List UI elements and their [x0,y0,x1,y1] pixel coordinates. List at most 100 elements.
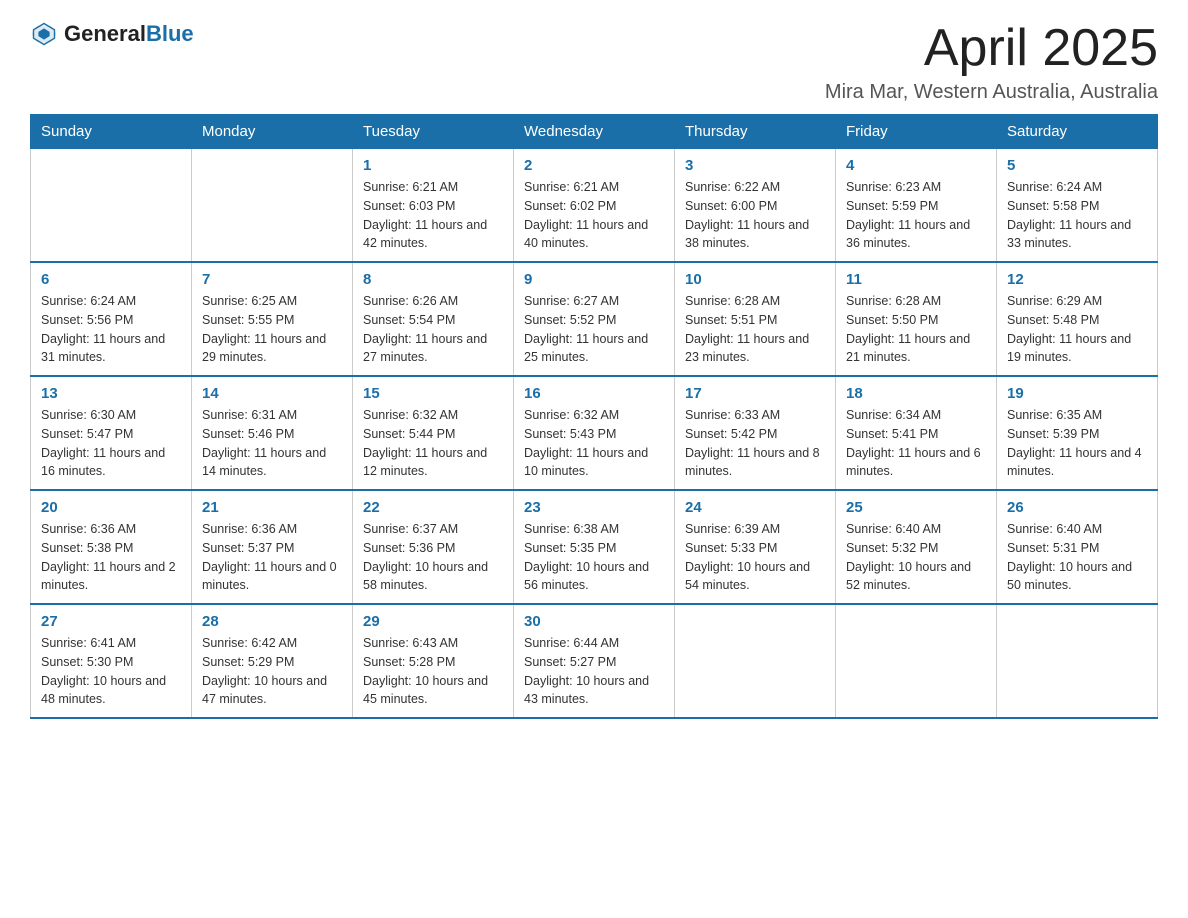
day-number: 10 [685,271,825,288]
weekday-header-monday: Monday [192,115,353,149]
calendar-cell: 11 Sunrise: 6:28 AM Sunset: 5:50 PM Dayli… [836,262,997,376]
calendar-cell: 16 Sunrise: 6:32 AM Sunset: 5:43 PM Dayli… [514,376,675,490]
day-info: Sunrise: 6:32 AM Sunset: 5:44 PM Dayligh… [363,406,503,481]
day-info: Sunrise: 6:36 AM Sunset: 5:38 PM Dayligh… [41,520,181,595]
day-number: 28 [202,613,342,630]
day-info: Sunrise: 6:21 AM Sunset: 6:02 PM Dayligh… [524,178,664,253]
weekday-header-friday: Friday [836,115,997,149]
day-number: 23 [524,499,664,516]
day-number: 9 [524,271,664,288]
calendar-cell: 25 Sunrise: 6:40 AM Sunset: 5:32 PM Dayli… [836,490,997,604]
day-info: Sunrise: 6:38 AM Sunset: 5:35 PM Dayligh… [524,520,664,595]
calendar-cell [836,604,997,718]
day-number: 5 [1007,157,1147,174]
calendar-cell: 29 Sunrise: 6:43 AM Sunset: 5:28 PM Dayli… [353,604,514,718]
day-info: Sunrise: 6:42 AM Sunset: 5:29 PM Dayligh… [202,634,342,709]
calendar-cell [997,604,1158,718]
calendar-cell: 30 Sunrise: 6:44 AM Sunset: 5:27 PM Dayli… [514,604,675,718]
day-info: Sunrise: 6:25 AM Sunset: 5:55 PM Dayligh… [202,292,342,367]
day-number: 29 [363,613,503,630]
logo-text: GeneralBlue [64,21,194,47]
weekday-header-tuesday: Tuesday [353,115,514,149]
day-info: Sunrise: 6:32 AM Sunset: 5:43 PM Dayligh… [524,406,664,481]
day-info: Sunrise: 6:44 AM Sunset: 5:27 PM Dayligh… [524,634,664,709]
title-block: April 2025 Mira Mar, Western Australia, … [825,20,1158,104]
day-info: Sunrise: 6:34 AM Sunset: 5:41 PM Dayligh… [846,406,986,481]
day-info: Sunrise: 6:24 AM Sunset: 5:56 PM Dayligh… [41,292,181,367]
calendar-cell: 2Sunrise: 6:21 AM Sunset: 6:02 PM Daylig… [514,149,675,263]
calendar-cell [192,149,353,263]
day-number: 18 [846,385,986,402]
day-number: 4 [846,157,986,174]
day-info: Sunrise: 6:29 AM Sunset: 5:48 PM Dayligh… [1007,292,1147,367]
day-info: Sunrise: 6:23 AM Sunset: 5:59 PM Dayligh… [846,178,986,253]
calendar-cell: 10Sunrise: 6:28 AM Sunset: 5:51 PM Dayli… [675,262,836,376]
day-info: Sunrise: 6:21 AM Sunset: 6:03 PM Dayligh… [363,178,503,253]
calendar-table: SundayMondayTuesdayWednesdayThursdayFrid… [30,114,1158,719]
day-info: Sunrise: 6:30 AM Sunset: 5:47 PM Dayligh… [41,406,181,481]
calendar-cell: 14Sunrise: 6:31 AM Sunset: 5:46 PM Dayli… [192,376,353,490]
weekday-header-wednesday: Wednesday [514,115,675,149]
day-number: 1 [363,157,503,174]
weekday-header-thursday: Thursday [675,115,836,149]
day-info: Sunrise: 6:43 AM Sunset: 5:28 PM Dayligh… [363,634,503,709]
day-number: 26 [1007,499,1147,516]
calendar-cell: 12 Sunrise: 6:29 AM Sunset: 5:48 PM Dayli… [997,262,1158,376]
day-number: 22 [363,499,503,516]
day-info: Sunrise: 6:26 AM Sunset: 5:54 PM Dayligh… [363,292,503,367]
day-number: 16 [524,385,664,402]
day-number: 20 [41,499,181,516]
calendar-cell: 4 Sunrise: 6:23 AM Sunset: 5:59 PM Daylig… [836,149,997,263]
page-header: GeneralBlue April 2025 Mira Mar, Western… [30,20,1158,104]
day-info: Sunrise: 6:28 AM Sunset: 5:50 PM Dayligh… [846,292,986,367]
day-info: Sunrise: 6:35 AM Sunset: 5:39 PM Dayligh… [1007,406,1147,481]
location-subtitle: Mira Mar, Western Australia, Australia [825,81,1158,104]
calendar-header: SundayMondayTuesdayWednesdayThursdayFrid… [31,115,1158,149]
calendar-week-row: 1 Sunrise: 6:21 AM Sunset: 6:03 PM Daylig… [31,149,1158,263]
day-number: 12 [1007,271,1147,288]
calendar-cell: 5 Sunrise: 6:24 AM Sunset: 5:58 PM Daylig… [997,149,1158,263]
day-number: 25 [846,499,986,516]
calendar-cell: 13Sunrise: 6:30 AM Sunset: 5:47 PM Dayli… [31,376,192,490]
day-info: Sunrise: 6:22 AM Sunset: 6:00 PM Dayligh… [685,178,825,253]
day-info: Sunrise: 6:24 AM Sunset: 5:58 PM Dayligh… [1007,178,1147,253]
day-number: 6 [41,271,181,288]
calendar-cell: 15 Sunrise: 6:32 AM Sunset: 5:44 PM Dayli… [353,376,514,490]
calendar-cell: 9 Sunrise: 6:27 AM Sunset: 5:52 PM Daylig… [514,262,675,376]
day-info: Sunrise: 6:40 AM Sunset: 5:32 PM Dayligh… [846,520,986,595]
calendar-cell [675,604,836,718]
day-number: 15 [363,385,503,402]
calendar-week-row: 13Sunrise: 6:30 AM Sunset: 5:47 PM Dayli… [31,376,1158,490]
calendar-cell: 20 Sunrise: 6:36 AM Sunset: 5:38 PM Dayli… [31,490,192,604]
day-info: Sunrise: 6:27 AM Sunset: 5:52 PM Dayligh… [524,292,664,367]
calendar-cell: 24Sunrise: 6:39 AM Sunset: 5:33 PM Dayli… [675,490,836,604]
calendar-body: 1 Sunrise: 6:21 AM Sunset: 6:03 PM Daylig… [31,149,1158,719]
day-info: Sunrise: 6:39 AM Sunset: 5:33 PM Dayligh… [685,520,825,595]
calendar-cell: 3 Sunrise: 6:22 AM Sunset: 6:00 PM Daylig… [675,149,836,263]
calendar-week-row: 6 Sunrise: 6:24 AM Sunset: 5:56 PM Daylig… [31,262,1158,376]
day-number: 3 [685,157,825,174]
calendar-week-row: 20 Sunrise: 6:36 AM Sunset: 5:38 PM Dayli… [31,490,1158,604]
day-info: Sunrise: 6:40 AM Sunset: 5:31 PM Dayligh… [1007,520,1147,595]
calendar-cell: 18 Sunrise: 6:34 AM Sunset: 5:41 PM Dayli… [836,376,997,490]
calendar-cell: 26 Sunrise: 6:40 AM Sunset: 5:31 PM Dayli… [997,490,1158,604]
day-number: 11 [846,271,986,288]
calendar-cell: 21Sunrise: 6:36 AM Sunset: 5:37 PM Dayli… [192,490,353,604]
month-year-title: April 2025 [825,20,1158,77]
calendar-cell: 8Sunrise: 6:26 AM Sunset: 5:54 PM Daylig… [353,262,514,376]
calendar-cell: 6 Sunrise: 6:24 AM Sunset: 5:56 PM Daylig… [31,262,192,376]
weekday-header-sunday: Sunday [31,115,192,149]
calendar-cell: 22 Sunrise: 6:37 AM Sunset: 5:36 PM Dayli… [353,490,514,604]
calendar-cell [31,149,192,263]
day-number: 14 [202,385,342,402]
day-number: 30 [524,613,664,630]
day-number: 17 [685,385,825,402]
calendar-cell: 23 Sunrise: 6:38 AM Sunset: 5:35 PM Dayli… [514,490,675,604]
logo-general: General [64,21,146,46]
day-info: Sunrise: 6:33 AM Sunset: 5:42 PM Dayligh… [685,406,825,481]
day-number: 19 [1007,385,1147,402]
calendar-cell: 27Sunrise: 6:41 AM Sunset: 5:30 PM Dayli… [31,604,192,718]
logo: GeneralBlue [30,20,194,48]
day-info: Sunrise: 6:37 AM Sunset: 5:36 PM Dayligh… [363,520,503,595]
day-number: 7 [202,271,342,288]
